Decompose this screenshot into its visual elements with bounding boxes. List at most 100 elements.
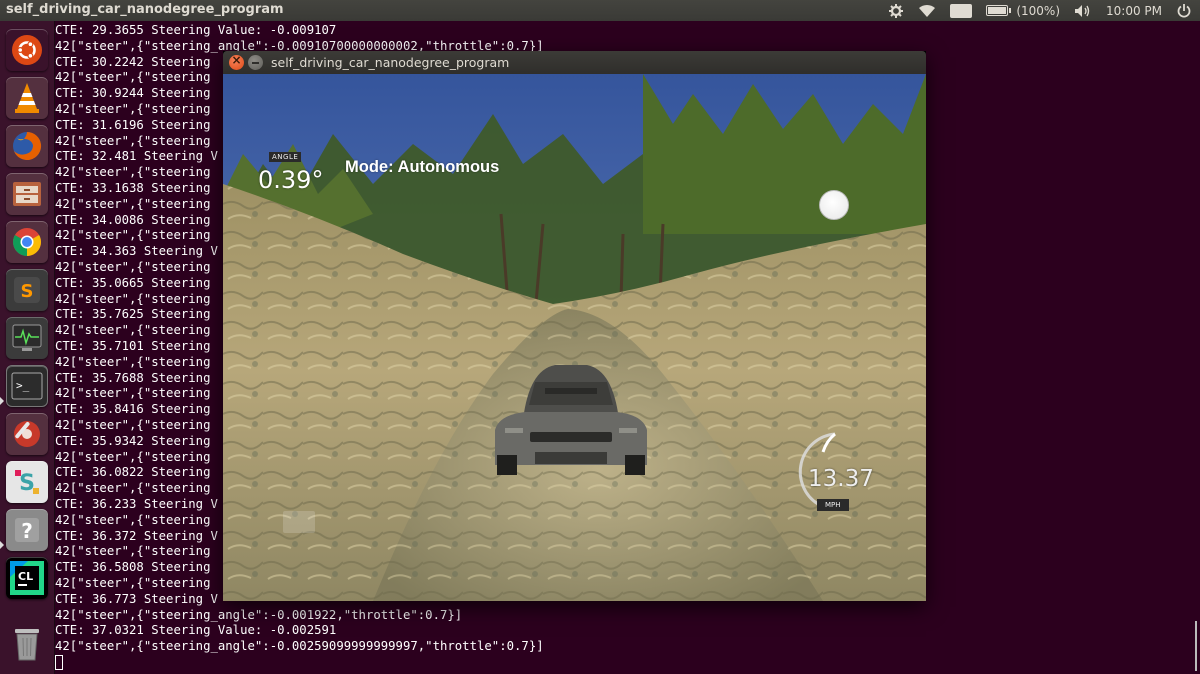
- terminal-line: CTE: 35.7101 Steering: [55, 339, 211, 353]
- slack-icon: S: [15, 470, 39, 496]
- system-monitor-icon: [12, 324, 42, 351]
- clion-icon: CL: [10, 561, 44, 595]
- terminal-line: CTE: 32.481 Steering V: [55, 149, 218, 164]
- terminal-line: CTE: 31.6196 Steering: [55, 117, 211, 132]
- wifi-icon[interactable]: [918, 4, 936, 18]
- close-icon: ×: [231, 53, 242, 67]
- terminal-line: 42["steer",{"steering_angle":-0.001922,"…: [55, 607, 463, 622]
- battery-indicator[interactable]: (100%): [986, 4, 1060, 18]
- terminal-line: CTE: 35.0665 Steering: [55, 275, 211, 290]
- chrome-button[interactable]: [6, 221, 48, 263]
- firefox-button[interactable]: [6, 125, 48, 167]
- terminal-line: CTE: 33.1638 Steering: [55, 181, 211, 195]
- terminal-line: 42["steer",{"steering: [55, 133, 211, 148]
- ubuntu-logo-icon: [12, 35, 42, 65]
- terminal-scrollbar[interactable]: [1195, 621, 1197, 671]
- terminal-line: CTE: 34.363 Steering V: [55, 244, 218, 259]
- angle-label: ANGLE: [269, 152, 302, 162]
- terminal-line: 42["steer",{"steering: [55, 418, 211, 432]
- terminal-line: CTE: 36.773 Steering V: [55, 591, 218, 606]
- terminal-line: 42["steer",{"steering: [55, 291, 211, 306]
- terminal-cursor: [55, 655, 63, 670]
- battery-icon: [986, 5, 1012, 16]
- volume-icon[interactable]: [1074, 4, 1092, 18]
- help-button[interactable]: ?: [6, 509, 48, 551]
- simulator-titlebar[interactable]: × self_driving_car_nanodegree_program: [223, 51, 926, 74]
- running-indicator: [0, 397, 4, 405]
- terminal-line: 42["steer",{"steering: [55, 165, 211, 180]
- terminal-line: 42["steer",{"steering: [55, 102, 211, 116]
- terminal-line: CTE: 29.3655 Steering Value: -0.009107: [55, 23, 337, 37]
- files-button[interactable]: [6, 173, 48, 215]
- trash-can-icon: [15, 629, 39, 661]
- file-cabinet-icon: [13, 182, 41, 206]
- terminal-line: CTE: 35.7688 Steering: [55, 370, 211, 385]
- top-panel: self_driving_car_nanodegree_program En (…: [0, 0, 1200, 21]
- system-tray: En (100%) 10:00 PM: [888, 0, 1192, 21]
- vlc-button[interactable]: [6, 77, 48, 119]
- svg-text:?: ?: [21, 519, 33, 543]
- speed-value: 13.37: [808, 466, 874, 492]
- terminal-line: CTE: 36.233 Steering V: [55, 497, 218, 511]
- battery-percent: (100%): [1016, 3, 1060, 18]
- terminal-line: 42["steer",{"steering: [55, 323, 211, 338]
- faded-hud-panel: [283, 511, 315, 533]
- terminal-line: CTE: 37.0321 Steering Value: -0.002591: [55, 623, 337, 638]
- simulator-window[interactable]: × self_driving_car_nanodegree_program AN…: [223, 51, 926, 601]
- clock[interactable]: 10:00 PM: [1106, 4, 1162, 18]
- settings-gear-icon[interactable]: [888, 3, 904, 19]
- record-button[interactable]: [819, 190, 849, 220]
- slack-button[interactable]: S: [6, 461, 48, 503]
- firefox-icon: [13, 131, 42, 160]
- terminal-button[interactable]: >_: [6, 365, 48, 407]
- chrome-icon: [13, 228, 41, 256]
- settings-wrench-icon: [14, 421, 40, 447]
- simulator-title: self_driving_car_nanodegree_program: [271, 55, 510, 70]
- vlc-cone-icon: [15, 83, 39, 113]
- launcher: S >_ S ? CL: [0, 21, 55, 674]
- speed-unit-label: MPH: [817, 499, 849, 511]
- simulator-viewport[interactable]: ANGLE 0.39° Mode: Autonomous 13.37 MPH: [223, 74, 926, 601]
- terminal-line: CTE: 36.372 Steering V: [55, 528, 218, 543]
- terminal-line: 42["steer",{"steering: [55, 70, 211, 85]
- terminal-line: 42["steer",{"steering: [55, 544, 211, 559]
- terminal-line: CTE: 30.9244 Steering: [55, 86, 211, 101]
- clion-button[interactable]: CL: [6, 557, 48, 599]
- terminal-line: 42["steer",{"steering: [55, 512, 211, 527]
- terminal-line: 42["steer",{"steering: [55, 576, 211, 590]
- keyboard-layout-indicator[interactable]: En: [949, 3, 973, 18]
- angle-value: 0.39°: [258, 166, 324, 194]
- terminal-line: 42["steer",{"steering: [55, 196, 211, 211]
- terminal-line: CTE: 34.0086 Steering: [55, 212, 211, 227]
- ubuntu-dash-button[interactable]: [6, 29, 48, 71]
- power-icon[interactable]: [1176, 3, 1192, 19]
- battery-fill: [988, 7, 1007, 14]
- svg-text:>_: >_: [16, 379, 30, 392]
- terminal-line: CTE: 36.5808 Steering: [55, 560, 211, 575]
- close-button[interactable]: ×: [229, 53, 244, 70]
- svg-text:S: S: [21, 281, 34, 302]
- system-monitor-button[interactable]: [6, 317, 48, 359]
- terminal-line: 42["steer",{"steering: [55, 481, 211, 496]
- terminal-line: CTE: 35.7625 Steering: [55, 307, 211, 322]
- terminal-line: CTE: 30.2242 Steering: [55, 54, 211, 69]
- sublime-text-button[interactable]: S: [6, 269, 48, 311]
- terminal-line: 42["steer",{"steering: [55, 386, 211, 401]
- minimize-button[interactable]: [248, 55, 263, 70]
- active-window-title: self_driving_car_nanodegree_program: [6, 2, 284, 17]
- trash-button[interactable]: [6, 623, 48, 665]
- terminal-icon: >_: [11, 372, 43, 400]
- terminal-line: 42["steer",{"steering: [55, 260, 211, 274]
- minimize-icon: [252, 62, 259, 64]
- terminal-line: CTE: 36.0822 Steering: [55, 465, 211, 480]
- help-question-icon: ?: [15, 518, 39, 543]
- terminal-line: 42["steer",{"steering: [55, 449, 211, 464]
- terminal-line: 42["steer",{"steering: [55, 228, 211, 243]
- terminal-line: CTE: 35.9342 Steering: [55, 433, 211, 448]
- system-settings-button[interactable]: [6, 413, 48, 455]
- running-indicator: [0, 541, 4, 549]
- terminal-line: 42["steer",{"steering: [55, 354, 211, 369]
- terminal-line: CTE: 35.8416 Steering: [55, 402, 211, 417]
- svg-text:CL: CL: [18, 570, 33, 583]
- mode-label: Mode: Autonomous: [345, 158, 500, 176]
